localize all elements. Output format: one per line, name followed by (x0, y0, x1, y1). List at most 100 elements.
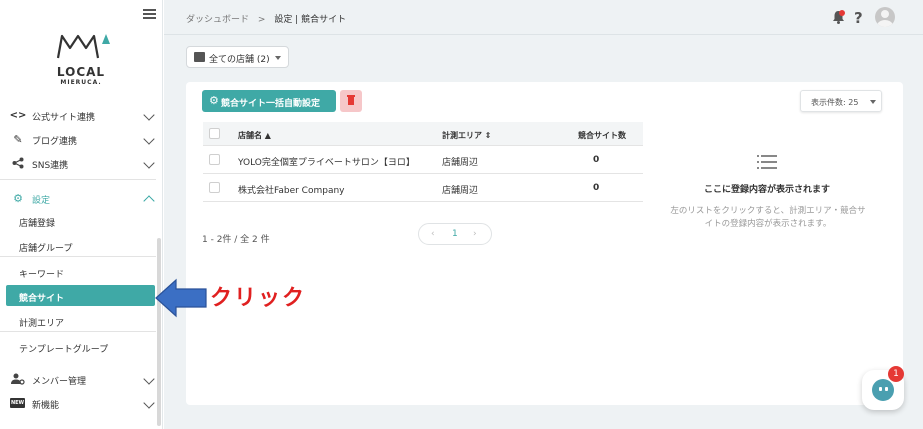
sidebar-item-settings[interactable]: ⚙ 設定 (0, 186, 158, 210)
main-area: ダッシュボード > 設定 | 競合サイト ? 全ての店舗 (2) ⚙ 競合サイト… (164, 0, 923, 429)
sidebar-subitem-keyword[interactable]: キーワード (0, 260, 156, 284)
select-all-checkbox[interactable] (209, 128, 220, 139)
store-icon (194, 52, 205, 62)
breadcrumb-separator: > (257, 15, 266, 25)
gear-icon: ⚙ (13, 191, 23, 205)
chevron-up-icon (143, 195, 155, 207)
callout-arrow-icon (155, 278, 207, 318)
cell-area: 店舗周辺 (442, 158, 479, 168)
new-badge-icon: NEW (10, 398, 25, 408)
table-row[interactable]: 株式会社Faber Company 店舗周辺 0 (203, 174, 643, 202)
sidebar-subitem-label: テンプレートグループ (19, 345, 109, 355)
divider (0, 179, 156, 180)
sidebar-subitem-label: キーワード (19, 270, 65, 280)
sidebar-item-new-features[interactable]: NEW 新機能 (0, 391, 158, 415)
cell-store-name: 株式会社Faber Company (238, 186, 345, 196)
sidebar-item-official-site[interactable]: <> 公式サイト連携 (0, 103, 158, 127)
column-header-area[interactable]: 計測エリア ⇕ (442, 130, 492, 141)
divider (0, 256, 156, 257)
top-bar: ダッシュボード > 設定 | 競合サイト ? (164, 0, 923, 35)
gear-icon: ⚙ (209, 94, 219, 107)
store-select-label: 全ての店舗 (2) (209, 55, 270, 65)
sidebar-item-label: 新機能 (32, 401, 60, 411)
table-row[interactable]: YOLO完全個室プライベートサロン【ヨロ】 店舗周辺 0 (203, 146, 643, 174)
chevron-down-icon (143, 373, 155, 385)
sidebar-item-sns[interactable]: SNS連携 (0, 151, 158, 175)
sidebar-subitem-competitor-site[interactable]: 競合サイト (6, 285, 155, 306)
pencil-icon: ✎ (13, 132, 23, 146)
chevron-down-icon (143, 133, 155, 145)
logo[interactable]: LOCAL MIERUCA. (48, 28, 114, 86)
code-icon: <> (9, 109, 27, 121)
notification-dot (839, 10, 845, 16)
avatar[interactable] (875, 7, 895, 27)
cell-store-name: YOLO完全個室プライベートサロン【ヨロ】 (238, 158, 415, 168)
sidebar-item-label: ブログ連携 (32, 137, 78, 147)
breadcrumb: ダッシュボード > 設定 | 競合サイト (186, 12, 346, 25)
sidebar-item-label: メンバー管理 (32, 377, 87, 387)
chevron-down-icon (143, 397, 155, 409)
sidebar-subitem-label: 競合サイト (19, 294, 65, 304)
cell-count: 0 (593, 183, 600, 193)
empty-state-title: ここに登録内容が表示されます (703, 185, 830, 195)
pagination: ‹ 1 › (418, 223, 492, 245)
sidebar: LOCAL MIERUCA. <> 公式サイト連携 ✎ ブログ連携 SNS連携 … (0, 0, 163, 429)
sidebar-subitem-store-group[interactable]: 店舗グループ (0, 234, 156, 258)
prev-page-icon[interactable]: ‹ (431, 229, 435, 239)
per-page-label: 表示件数: 25 (811, 98, 859, 107)
sidebar-item-blog[interactable]: ✎ ブログ連携 (0, 127, 158, 151)
sidebar-subitem-store-registration[interactable]: 店舗登録 (0, 209, 156, 233)
column-header-store-name[interactable]: 店舗名 ▲ (238, 130, 271, 141)
trash-icon-body (348, 97, 354, 105)
auto-setting-label: 競合サイト一括自動設定 (221, 99, 321, 109)
auto-setting-button[interactable]: ⚙ 競合サイト一括自動設定 (202, 90, 336, 112)
sidebar-item-member-management[interactable]: メンバー管理 (0, 367, 158, 391)
breadcrumb-home[interactable]: ダッシュボード (186, 15, 249, 25)
sidebar-subitem-label: 計測エリア (19, 319, 65, 329)
divider (0, 331, 156, 332)
user-gear-icon (11, 372, 25, 386)
callout-text: クリック (210, 286, 307, 311)
store-select[interactable]: 全ての店舗 (2) (186, 46, 289, 68)
sidebar-item-label: 設定 (32, 196, 51, 206)
logo-text: LOCAL (56, 65, 106, 79)
chevron-down-icon (143, 109, 155, 121)
chat-bot-eye (879, 387, 882, 391)
sort-icon: ⇕ (484, 131, 492, 140)
row-checkbox[interactable] (209, 154, 220, 165)
sidebar-item-label: 公式サイト連携 (32, 113, 96, 123)
content-card: ⚙ 競合サイト一括自動設定 表示件数: 25 店舗名 ▲ 計測エリア ⇕ 競合サ… (186, 82, 903, 405)
column-header-label: 店舗名 (238, 131, 262, 140)
chevron-down-icon (143, 157, 155, 169)
column-header-label: 計測エリア (442, 131, 482, 140)
next-page-icon[interactable]: › (473, 229, 477, 239)
logo-cat-icon (56, 34, 110, 59)
menu-icon[interactable] (143, 9, 156, 20)
chat-bot-icon (872, 379, 894, 401)
sidebar-item-label: SNS連携 (32, 161, 69, 171)
page-number[interactable]: 1 (452, 229, 458, 239)
caret-down-icon (870, 100, 876, 104)
cell-count: 0 (593, 155, 600, 165)
sidebar-subitem-template-group[interactable]: テンプレートグループ (0, 335, 156, 359)
empty-state-description: 左のリストをクリックすると、計測エリア・競合サイトの登録内容が表示されます。 (670, 206, 866, 229)
help-icon[interactable]: ? (854, 9, 863, 27)
sort-asc-icon: ▲ (264, 131, 271, 140)
logo-subtext: MIERUCA. (60, 79, 102, 86)
table-header: 店舗名 ▲ 計測エリア ⇕ 競合サイト数 (203, 122, 643, 146)
list-icon (757, 154, 777, 170)
caret-down-icon (275, 56, 281, 60)
result-count: 1 - 2件 / 全 2 件 (202, 235, 270, 245)
sidebar-subitem-label: 店舗登録 (19, 219, 56, 229)
chat-bot-eye (885, 387, 888, 391)
sidebar-subitem-measurement-area[interactable]: 計測エリア (0, 309, 156, 333)
chat-badge: 1 (888, 366, 904, 382)
share-icon (11, 156, 25, 170)
row-checkbox[interactable] (209, 182, 220, 193)
delete-button[interactable] (340, 90, 362, 112)
sidebar-scrollbar[interactable] (157, 238, 161, 426)
cell-area: 店舗周辺 (442, 186, 479, 196)
per-page-select[interactable]: 表示件数: 25 (800, 90, 882, 112)
sidebar-subitem-label: 店舗グループ (19, 244, 73, 254)
column-header-competitor-count: 競合サイト数 (578, 131, 626, 140)
